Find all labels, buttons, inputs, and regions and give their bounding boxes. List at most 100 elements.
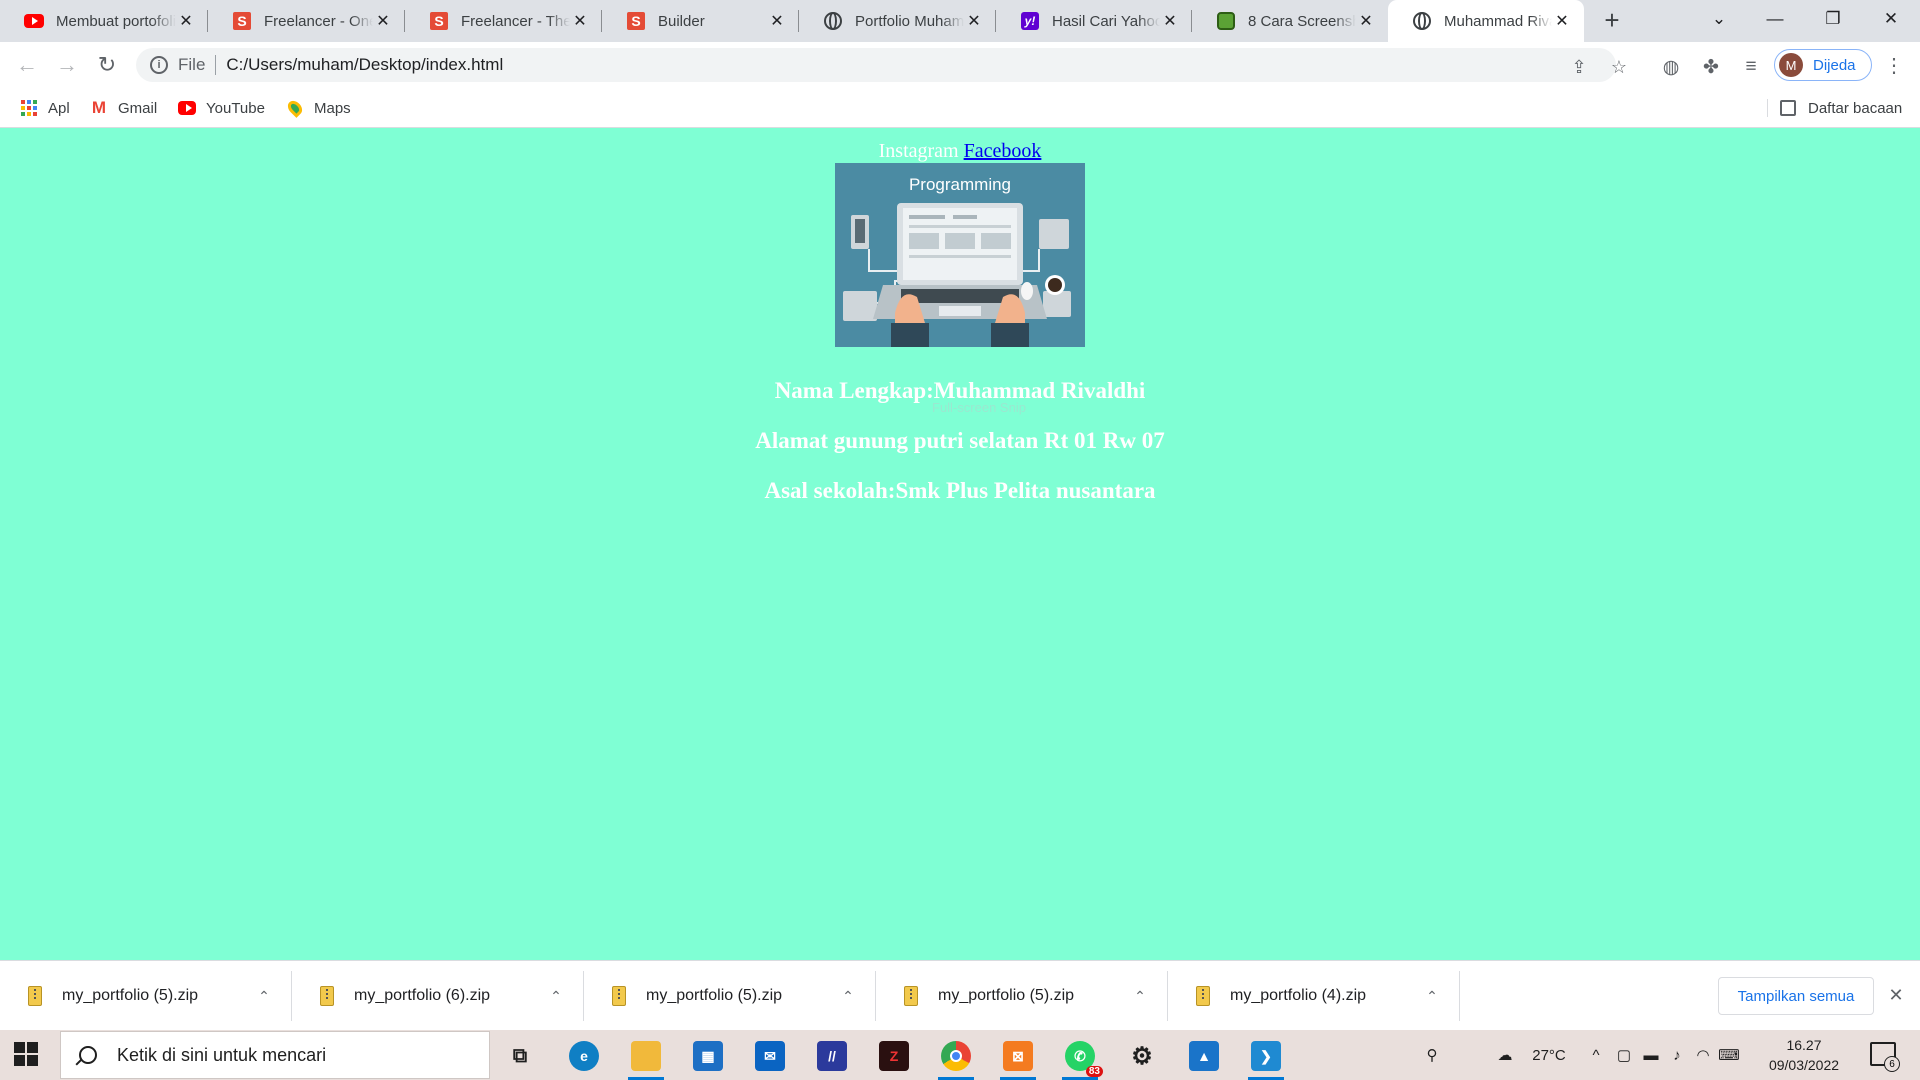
close-tab-icon[interactable]: ✕ — [570, 11, 590, 31]
microsoft-store-icon[interactable]: ▦ — [684, 1035, 732, 1077]
tab-1[interactable]: Membuat portofolio ✕ — [0, 0, 208, 42]
whatsapp-badge: 83 — [1085, 1066, 1103, 1077]
tab-8-active[interactable]: Muhammad Rivaldhi ✕ — [1388, 0, 1584, 42]
facebook-link[interactable]: Facebook — [964, 140, 1042, 162]
tab-6[interactable]: y! Hasil Cari Yahoo untuk ✕ — [996, 0, 1192, 42]
edge-icon[interactable]: e — [560, 1035, 608, 1077]
chevron-up-icon[interactable]: ⌃ — [546, 988, 566, 1005]
green-app-icon — [1216, 11, 1236, 31]
reload-button[interactable]: ↻ — [92, 50, 122, 80]
programming-illustration: Programming — [835, 163, 1085, 347]
social-links: Instagram Facebook — [0, 140, 1920, 163]
translate-globe-icon[interactable]: ◍ — [1660, 56, 1682, 78]
s-builder-icon: S — [232, 11, 252, 31]
show-all-downloads-button[interactable]: Tampilkan semua — [1718, 977, 1874, 1015]
chevron-up-icon[interactable]: ^ — [1586, 1042, 1606, 1068]
download-item[interactable]: my_portfolio (6).zip ⌃ — [292, 961, 584, 1031]
tab-7[interactable]: 8 Cara Screenshot ✕ — [1192, 0, 1388, 42]
chevron-up-icon[interactable]: ⌃ — [838, 988, 858, 1005]
s-builder-icon: S — [429, 11, 449, 31]
avatar: M — [1779, 53, 1803, 77]
close-tab-icon[interactable]: ✕ — [964, 11, 984, 31]
system-clock[interactable]: 16.27 09/03/2022 — [1754, 1035, 1854, 1075]
tab-strip: Membuat portofolio ✕ S Freelancer - One … — [0, 0, 1920, 42]
new-tab-button[interactable]: + — [1598, 5, 1626, 35]
restore-button[interactable]: ❐ — [1810, 0, 1856, 38]
close-tab-icon[interactable]: ✕ — [373, 11, 393, 31]
bookmark-youtube[interactable]: YouTube — [178, 97, 265, 119]
tab-search-button[interactable]: ⌄ — [1696, 0, 1742, 38]
chrome-icon[interactable] — [932, 1035, 980, 1080]
download-filename: my_portfolio (5).zip — [62, 987, 199, 1004]
minimize-button[interactable]: — — [1752, 0, 1798, 38]
youtube-icon — [24, 11, 44, 31]
download-item[interactable]: my_portfolio (4).zip ⌃ — [1168, 961, 1460, 1031]
bookmark-star-icon[interactable]: ☆ — [1608, 56, 1630, 78]
whatsapp-icon[interactable]: ✆ 83 — [1056, 1035, 1104, 1080]
temperature[interactable]: 27°C — [1526, 1042, 1572, 1068]
more-menu-icon[interactable]: ⋮ — [1884, 54, 1904, 77]
bookmark-gmail[interactable]: M Gmail — [90, 97, 157, 119]
mail-icon[interactable]: ✉ — [746, 1035, 794, 1077]
close-tab-icon[interactable]: ✕ — [767, 11, 787, 31]
bookmark-apps[interactable]: Apl — [20, 97, 70, 119]
reading-list-icon — [1780, 100, 1796, 116]
red-app-icon[interactable]: Z — [870, 1035, 918, 1077]
photos-icon[interactable]: ▲ — [1180, 1035, 1228, 1077]
gmail-icon: M — [91, 98, 107, 117]
task-view-icon[interactable]: ⧉ — [496, 1035, 544, 1077]
close-window-button[interactable]: ✕ — [1868, 0, 1914, 38]
language-icon[interactable]: ⌨ — [1718, 1042, 1740, 1068]
close-tab-icon[interactable]: ✕ — [1356, 11, 1376, 31]
media-queue-icon[interactable]: ≡ — [1740, 56, 1762, 78]
bookmark-label: Apl — [48, 99, 70, 117]
search-icon — [79, 1046, 97, 1064]
address-bar[interactable]: i File C:/Users/muham/Desktop/index.html… — [136, 48, 1627, 82]
browser-toolbar: ← → ↻ i File C:/Users/muham/Desktop/inde… — [0, 42, 1920, 88]
instagram-link[interactable]: Instagram — [879, 140, 959, 162]
tab-5[interactable]: Portfolio Muhammad ✕ — [799, 0, 996, 42]
close-tab-icon[interactable]: ✕ — [1160, 11, 1180, 31]
maps-pin-icon — [285, 98, 305, 118]
chevron-up-icon[interactable]: ⌃ — [1422, 988, 1442, 1005]
windows-start-icon[interactable] — [14, 1042, 38, 1066]
settings-gear-icon[interactable]: ⚙ — [1118, 1035, 1166, 1077]
youtube-icon — [178, 99, 196, 117]
tab-4[interactable]: S Builder ✕ — [602, 0, 799, 42]
profile-button[interactable]: M Dijeda — [1774, 49, 1872, 81]
extensions-puzzle-icon[interactable]: ✤ — [1700, 56, 1722, 78]
close-tab-icon[interactable]: ✕ — [1552, 11, 1572, 31]
xampp-icon[interactable]: ⊠ — [994, 1035, 1042, 1080]
adobe-app-icon[interactable]: // — [808, 1035, 856, 1077]
taskbar-search[interactable]: Ketik di sini untuk mencari — [60, 1031, 490, 1079]
notification-icon[interactable]: 6 — [1870, 1042, 1900, 1072]
close-tab-icon[interactable]: ✕ — [176, 11, 196, 31]
bookmarks-divider — [1767, 99, 1768, 117]
bookmark-maps[interactable]: Maps — [285, 97, 351, 119]
info-icon[interactable]: i — [150, 56, 168, 74]
tab-3[interactable]: S Freelancer - Theme ✕ — [405, 0, 602, 42]
download-item[interactable]: my_portfolio (5).zip ⌃ — [876, 961, 1168, 1031]
meet-now-icon[interactable]: ▢ — [1614, 1042, 1634, 1068]
page-viewport: Instagram Facebook Programming Nama Leng… — [0, 128, 1920, 960]
tab-2[interactable]: S Freelancer - One Page ✕ — [208, 0, 405, 42]
share-icon[interactable]: ⇪ — [1568, 56, 1590, 78]
address-divider — [215, 55, 217, 75]
vscode-icon[interactable]: ❯ — [1242, 1035, 1290, 1080]
download-item[interactable]: my_portfolio (5).zip ⌃ — [584, 961, 876, 1031]
download-item[interactable]: my_portfolio (5).zip ⌃ — [0, 961, 292, 1031]
people-icon[interactable]: ⚲ — [1420, 1042, 1444, 1068]
back-button[interactable]: ← — [12, 50, 42, 80]
wifi-icon[interactable]: ◠ — [1692, 1042, 1714, 1068]
chevron-up-icon[interactable]: ⌃ — [254, 988, 274, 1005]
forward-button[interactable]: → — [52, 50, 82, 80]
battery-icon[interactable]: ▬ — [1640, 1042, 1662, 1068]
volume-icon[interactable]: ♪ — [1666, 1042, 1688, 1068]
file-explorer-icon[interactable] — [622, 1035, 670, 1080]
weather-icon[interactable]: ☁ — [1490, 1042, 1520, 1068]
chevron-up-icon[interactable]: ⌃ — [1130, 988, 1150, 1005]
address-url[interactable]: C:/Users/muham/Desktop/index.html — [226, 55, 503, 75]
search-placeholder: Ketik di sini untuk mencari — [117, 1044, 327, 1065]
reading-list-button[interactable]: Daftar bacaan — [1780, 97, 1902, 119]
close-shelf-icon[interactable]: ✕ — [1886, 985, 1906, 1005]
